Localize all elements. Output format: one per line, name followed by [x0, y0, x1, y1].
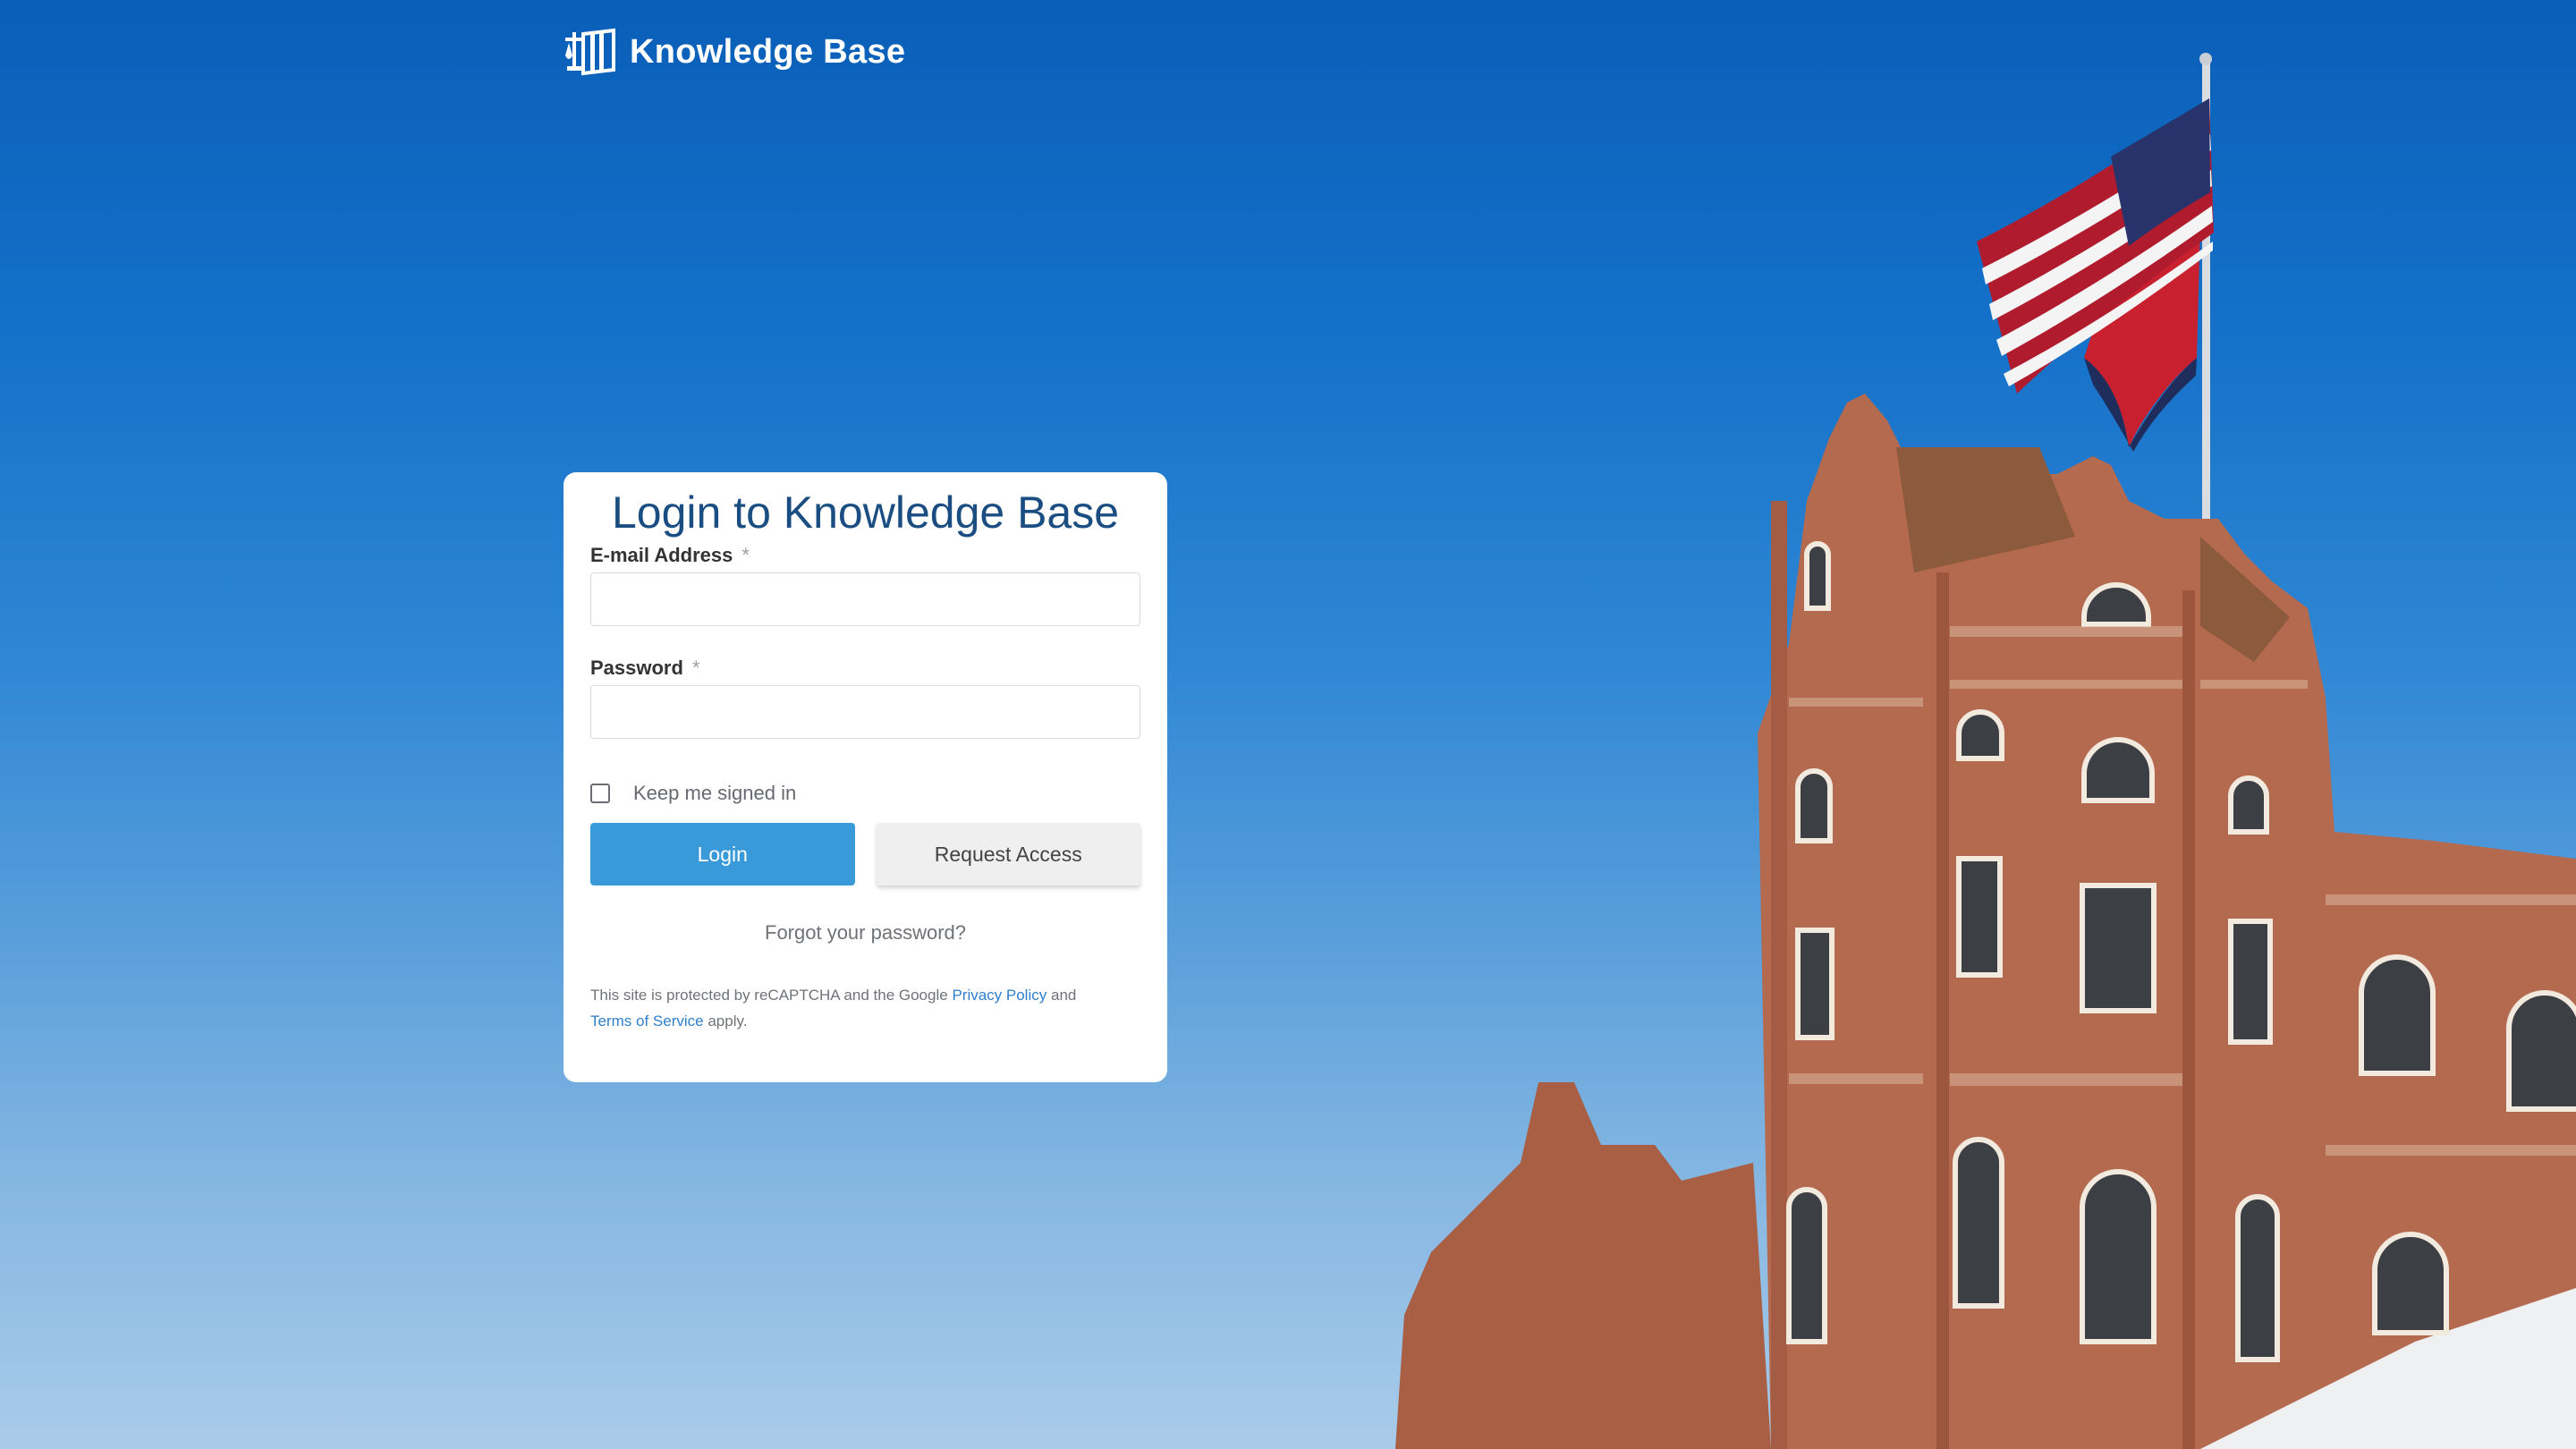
terms-of-service-link[interactable]: Terms of Service	[590, 1013, 704, 1030]
forgot-password-link[interactable]: Forgot your password?	[590, 921, 1140, 945]
password-label: Password *	[590, 655, 1140, 682]
brand-name: Knowledge Base	[630, 32, 906, 71]
password-field[interactable]	[590, 685, 1140, 739]
action-buttons: Login Request Access	[590, 823, 1140, 886]
brand-logo[interactable]: Knowledge Base	[564, 27, 905, 77]
background-photo	[1395, 53, 2576, 1449]
email-field[interactable]	[590, 572, 1140, 626]
book-scales-icon	[565, 28, 615, 76]
legal-middle: and	[1050, 987, 1077, 1004]
keep-signed-in-label[interactable]: Keep me signed in	[633, 782, 796, 805]
email-label: E-mail Address *	[590, 542, 1140, 569]
keep-signed-in-checkbox[interactable]	[590, 784, 610, 803]
required-marker: *	[691, 657, 700, 679]
privacy-policy-link[interactable]: Privacy Policy	[952, 987, 1046, 1004]
login-button[interactable]: Login	[590, 823, 855, 886]
request-access-button[interactable]: Request Access	[876, 823, 1140, 886]
legal-prefix: This site is protected by reCAPTCHA and …	[590, 987, 948, 1004]
legal-suffix: apply.	[708, 1013, 748, 1030]
keep-signed-in-row[interactable]: Keep me signed in	[590, 780, 1140, 807]
email-label-text: E-mail Address	[590, 544, 733, 566]
login-card: Login to Knowledge Base E-mail Address * …	[564, 472, 1167, 1082]
recaptcha-notice: This site is protected by reCAPTCHA and …	[590, 982, 1140, 1034]
page-title: Login to Knowledge Base	[611, 487, 1120, 538]
required-marker: *	[741, 544, 750, 566]
brick-building	[1395, 394, 2576, 1449]
password-label-text: Password	[590, 657, 683, 679]
